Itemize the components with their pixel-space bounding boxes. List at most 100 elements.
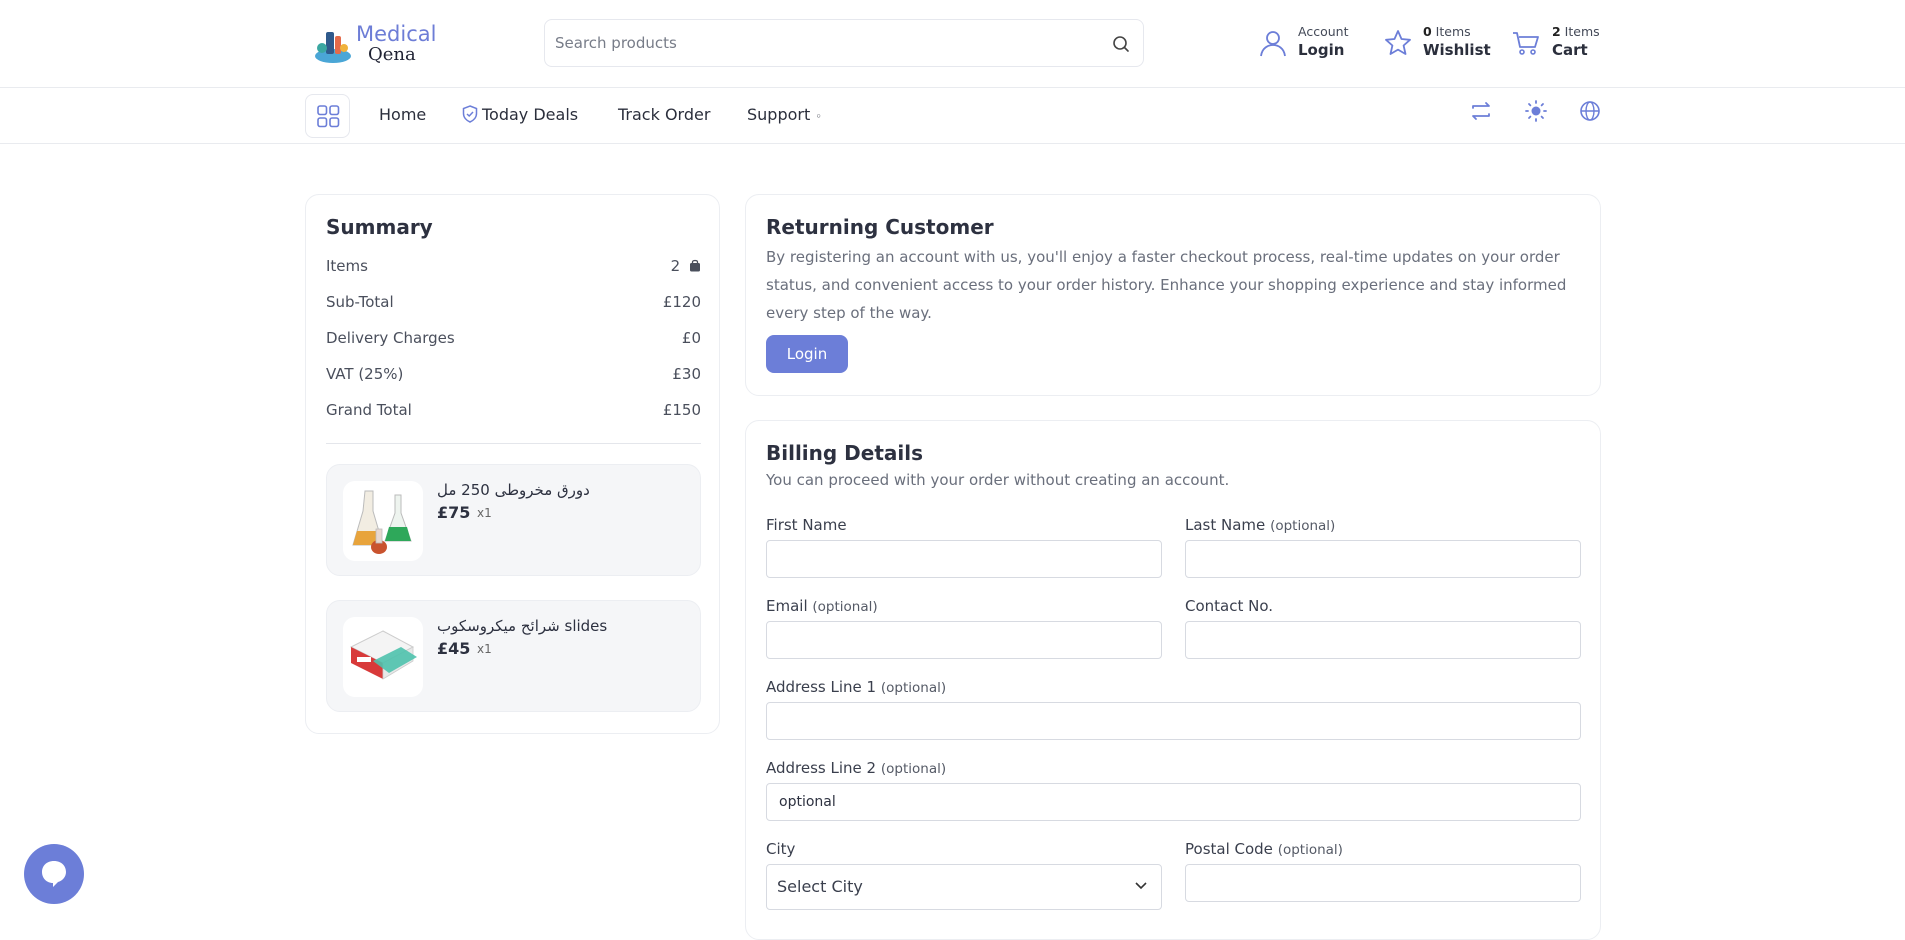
cart-icon <box>1513 32 1539 55</box>
product-name: شرائح ميكروسكوب slides <box>437 617 608 635</box>
last-name-label-text: Last Name <box>1185 516 1266 534</box>
user-icon <box>1260 31 1286 57</box>
cart-link[interactable]: 2 Items Cart <box>1511 24 1611 64</box>
summary-value: £120 <box>662 293 701 311</box>
summary-row-items: Items 2 <box>326 257 701 275</box>
city-select-value: Select City <box>777 877 863 896</box>
summary-label: Grand Total <box>326 401 412 419</box>
login-button[interactable]: Login <box>766 335 848 373</box>
city-label: City <box>766 840 796 858</box>
optional-tag: (optional) <box>1277 842 1343 858</box>
slides-box-icon <box>349 630 417 680</box>
nav-support-label: Support <box>747 105 811 124</box>
logo-mark-icon <box>315 32 351 63</box>
billing-details-card: Billing Details You can proceed with you… <box>745 420 1601 940</box>
summary-value: £150 <box>662 401 701 419</box>
returning-customer-card: Returning Customer By registering an acc… <box>745 194 1601 396</box>
address2-field[interactable]: optional <box>766 783 1581 821</box>
contact-label: Contact No. <box>1185 597 1274 615</box>
summary-value: £0 <box>681 329 701 347</box>
chevron-down-icon <box>1135 882 1147 890</box>
chat-icon <box>42 861 66 887</box>
first-name-field[interactable] <box>766 540 1162 578</box>
star-icon <box>1385 30 1411 55</box>
sun-icon[interactable] <box>1524 99 1548 123</box>
summary-row-subtotal: Sub-Total £120 <box>326 293 701 311</box>
support-dropdown-indicator: ◦ <box>815 110 822 123</box>
cart-item[interactable]: دورق مخروطى 250 مل £75 x1 <box>326 464 701 576</box>
address2-label-text: Address Line 2 <box>766 759 877 777</box>
optional-tag: (optional) <box>1270 518 1336 534</box>
login-label: Login <box>1298 41 1345 59</box>
postal-code-label: Postal Code (optional) <box>1185 840 1343 858</box>
product-image <box>343 481 423 561</box>
last-name-field[interactable] <box>1185 540 1581 578</box>
postal-code-label-text: Postal Code <box>1185 840 1273 858</box>
summary-label: Items <box>326 257 368 275</box>
account-login-link[interactable]: Account Login <box>1258 24 1368 64</box>
cart-label: Cart <box>1552 41 1588 59</box>
nav-today-deals-label: Today Deals <box>482 105 579 124</box>
brand-name-line1: Medical <box>356 22 437 46</box>
shield-icon <box>462 105 478 123</box>
grid-icon <box>317 105 340 128</box>
summary-row-delivery: Delivery Charges £0 <box>326 329 701 347</box>
search-icon[interactable] <box>1111 34 1131 54</box>
summary-row-grand-total: Grand Total £150 <box>326 401 701 419</box>
product-image <box>343 617 423 697</box>
swap-icon[interactable] <box>1469 99 1493 123</box>
globe-icon[interactable] <box>1578 99 1602 123</box>
categories-button[interactable] <box>305 94 350 138</box>
last-name-label: Last Name (optional) <box>1185 516 1335 534</box>
brand-name-line2: Qena <box>368 44 416 65</box>
email-label-text: Email <box>766 597 808 615</box>
summary-divider <box>326 443 701 444</box>
nav-track-order[interactable]: Track Order <box>618 105 710 124</box>
address1-label: Address Line 1 (optional) <box>766 678 946 696</box>
nav-today-deals[interactable]: Today Deals <box>462 105 578 124</box>
product-name: دورق مخروطى 250 مل <box>437 481 590 499</box>
returning-description: By registering an account with us, you'l… <box>766 248 1567 322</box>
main-nav: Home Today Deals Track Order Support ◦ <box>0 88 1905 144</box>
email-field[interactable] <box>766 621 1162 659</box>
optional-tag: (optional) <box>880 761 947 777</box>
returning-title: Returning Customer <box>766 215 994 239</box>
contact-field[interactable] <box>1185 621 1581 659</box>
bag-icon <box>690 259 700 272</box>
first-name-label: First Name <box>766 516 847 534</box>
order-summary-card: Summary Items 2 Sub-Total £120 Delivery … <box>305 194 720 734</box>
address1-field[interactable] <box>766 702 1581 740</box>
summary-row-vat: VAT (25%) £30 <box>326 365 701 383</box>
nav-support[interactable]: Support ◦ <box>747 105 822 124</box>
search-input[interactable] <box>555 28 1085 58</box>
chat-widget-button[interactable] <box>24 844 84 904</box>
cart-count-label: 2 Items <box>1552 24 1600 39</box>
summary-label: Delivery Charges <box>326 329 455 347</box>
optional-tag: (optional) <box>812 599 878 615</box>
search-box <box>544 19 1144 67</box>
summary-value: £30 <box>672 365 701 383</box>
wishlist-label: Wishlist <box>1423 41 1491 59</box>
address2-label: Address Line 2 (optional) <box>766 759 946 777</box>
billing-title: Billing Details <box>766 441 924 465</box>
wishlist-link[interactable]: 0 Items Wishlist <box>1383 24 1493 64</box>
product-price: £45 <box>437 639 471 658</box>
cart-item[interactable]: شرائح ميكروسكوب slides £45 x1 <box>326 600 701 712</box>
wishlist-count: 0 <box>1423 24 1432 39</box>
summary-label: VAT (25%) <box>326 365 404 383</box>
summary-items-count: 2 <box>670 257 681 275</box>
product-price: £75 <box>437 503 471 522</box>
product-qty: x1 <box>477 642 492 656</box>
wishlist-count-label: 0 Items <box>1423 24 1471 39</box>
postal-code-field[interactable] <box>1185 864 1581 902</box>
flask-icon <box>352 490 412 554</box>
site-header: Medical Qena Account Login 0 Items Wishl… <box>0 0 1905 88</box>
wishlist-count-suffix: Items <box>1431 24 1471 39</box>
cart-count: 2 <box>1552 24 1561 39</box>
summary-title: Summary <box>326 215 433 239</box>
summary-value: 2 <box>671 257 701 275</box>
city-select[interactable]: Select City <box>766 864 1162 910</box>
billing-subtitle: You can proceed with your order without … <box>766 471 1230 489</box>
nav-home[interactable]: Home <box>379 105 426 124</box>
brand-logo[interactable]: Medical Qena <box>312 22 436 68</box>
